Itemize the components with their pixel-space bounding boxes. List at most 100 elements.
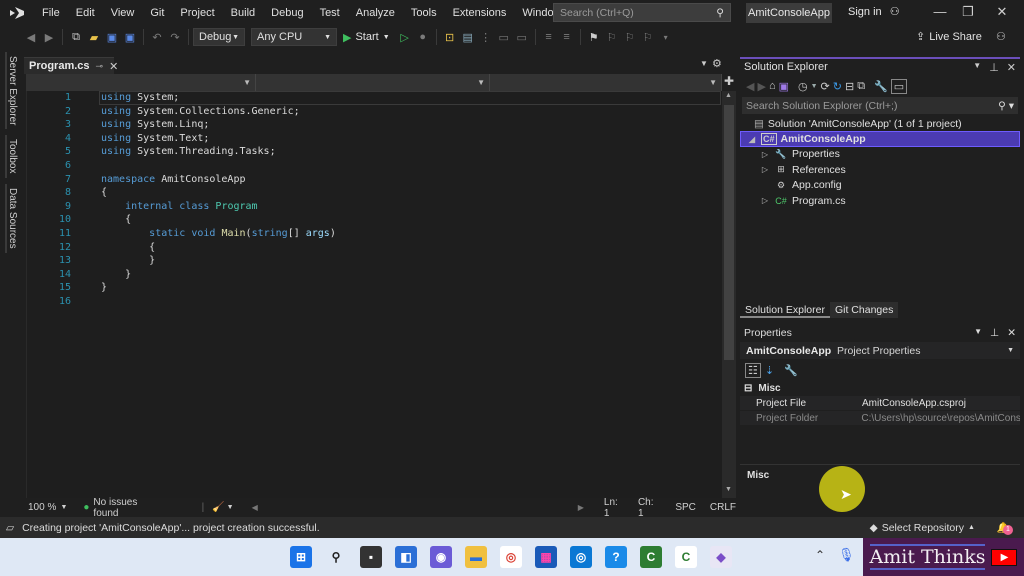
platform-dropdown[interactable]: Any CPU ▼ (251, 28, 337, 46)
property-row[interactable]: Project Folder C:\Users\hp\source\repos\A… (740, 411, 1020, 426)
property-value[interactable]: AmitConsoleApp.csproj (862, 398, 966, 409)
chevron-down-icon[interactable]: ▼ (60, 504, 67, 511)
scroll-right-icon[interactable]: ▶ (578, 503, 584, 512)
close-tab-icon[interactable]: ✕ (109, 60, 118, 73)
properties-wrench-icon[interactable]: 🔧 (874, 80, 888, 93)
step-icon[interactable]: ⋮ (477, 28, 495, 46)
type-scope-dropdown[interactable]: ▼ (256, 74, 490, 91)
taskbar-camtasia-recorder-icon[interactable]: C (675, 546, 697, 568)
alphabetical-icon[interactable]: ⇣ (765, 364, 774, 377)
select-repository-button[interactable]: ◆ Select Repository ▲ (870, 522, 975, 534)
collapse-icon[interactable]: ⊟ (744, 383, 752, 394)
code-line[interactable]: } (101, 281, 721, 295)
back-icon[interactable]: ◀ (22, 28, 40, 46)
code-area[interactable]: using System; using System.Collections.Ge… (101, 91, 721, 309)
indent-icon[interactable]: ≡ (540, 28, 558, 46)
issues-status[interactable]: No issues found (93, 497, 151, 519)
menu-project[interactable]: Project (172, 0, 222, 26)
solution-explorer-search[interactable]: Search Solution Explorer (Ctrl+;) ⚲ ▾ (742, 97, 1018, 114)
browse-icon[interactable]: ⊡ (441, 28, 459, 46)
zoom-level[interactable]: 100 % (28, 502, 60, 513)
sign-in-button[interactable]: Sign in ⚇ (848, 5, 900, 18)
expanded-icon[interactable]: ◢ (747, 135, 757, 144)
tab-git-changes[interactable]: Git Changes (829, 302, 899, 318)
outdent-icon[interactable]: ≡ (558, 28, 576, 46)
property-row[interactable]: Project File AmitConsoleApp.csproj (740, 396, 1020, 411)
project-name-badge[interactable]: AmitConsoleApp (746, 3, 832, 23)
close-panel-icon[interactable]: ✕ (1007, 61, 1016, 74)
taskbar-task-view-icon[interactable]: ▪ (360, 546, 382, 568)
home-icon[interactable]: ⌂ (769, 80, 776, 92)
restore-button[interactable]: ❐ (958, 4, 978, 22)
taskbar-help-icon[interactable]: ? (605, 546, 627, 568)
menu-tools[interactable]: Tools (403, 0, 445, 26)
tab-program-cs[interactable]: Program.cs ⊸ ✕ (24, 57, 118, 74)
pin-icon[interactable]: ⊸ (96, 61, 104, 72)
collapse-all-icon[interactable]: ⊟ (845, 80, 854, 93)
clear-bookmarks-icon[interactable]: ⚐ (639, 28, 657, 46)
scroll-up-icon[interactable]: ▲ (725, 92, 732, 99)
taskbar-chat-icon[interactable]: ◉ (430, 546, 452, 568)
start-debugging-button[interactable]: ▶ Start ▼ (343, 31, 390, 44)
search-input[interactable]: Search (Ctrl+Q) ⚲ (553, 3, 731, 22)
undo-icon[interactable]: ↶ (148, 28, 166, 46)
line-ending-indicator[interactable]: CRLF (710, 502, 736, 513)
menu-build[interactable]: Build (223, 0, 263, 26)
chevron-down-icon[interactable]: ▼ (811, 83, 818, 90)
new-project-icon[interactable]: ⧉ (67, 28, 85, 46)
back-icon[interactable]: ◀ (746, 80, 754, 93)
char-indicator[interactable]: Ch: 1 (638, 497, 657, 519)
taskbar-start-icon[interactable]: ⊞ (290, 546, 312, 568)
property-value[interactable]: C:\Users\hp\source\repos\AmitCons (861, 413, 1020, 424)
minimize-button[interactable]: — (930, 4, 950, 22)
code-line[interactable]: using System.Linq; (101, 118, 721, 132)
pin-icon[interactable]: ⊥ (989, 61, 999, 74)
code-line[interactable]: namespace AmitConsoleApp (101, 173, 721, 187)
next-bookmark-icon[interactable]: ⚐ (621, 28, 639, 46)
solution-node[interactable]: ▤ Solution 'AmitConsoleApp' (1 of 1 proj… (740, 116, 1020, 131)
tree-item-program-cs[interactable]: ▷ C# Program.cs (740, 193, 1020, 208)
code-line[interactable]: { (101, 186, 721, 200)
code-line[interactable]: using System; (101, 91, 721, 105)
preview-selected-icon[interactable]: ▭ (890, 78, 908, 94)
line-indicator[interactable]: Ln: 1 (604, 497, 622, 519)
start-without-debugging-icon[interactable]: ▷ (396, 28, 414, 46)
pin-icon[interactable]: ⊥ (990, 327, 999, 339)
code-editor[interactable]: 1 2 3 4 5 6 7 8 9 10 11 12 13 14 15 16 using System; usi… (26, 91, 722, 498)
show-hidden-icons[interactable]: ⌃ (815, 548, 825, 562)
menu-git[interactable]: Git (142, 0, 172, 26)
scrollbar-thumb[interactable] (724, 105, 734, 360)
notifications-button[interactable]: 🔔 1 (997, 521, 1013, 535)
prev-bookmark-icon[interactable]: ⚐ (603, 28, 621, 46)
code-line[interactable]: { (101, 241, 721, 255)
live-share-button[interactable]: ⇪ Live Share (916, 30, 982, 44)
panel-menu-icon[interactable]: ▼ (974, 327, 982, 339)
configuration-dropdown[interactable]: Debug ▼ (193, 28, 245, 46)
toolbox-tab[interactable]: Toolbox (5, 135, 18, 178)
microphone-icon[interactable]: 🎙 (838, 547, 855, 563)
switch-views-icon[interactable]: ▣ (779, 80, 789, 93)
tab-list-dropdown-icon[interactable]: ▼ (700, 59, 708, 68)
menu-debug[interactable]: Debug (263, 0, 311, 26)
expand-icon[interactable]: ▷ (760, 165, 770, 174)
code-line[interactable]: { (101, 213, 721, 227)
taskbar-search-icon[interactable]: ⚲ (325, 546, 347, 568)
code-line[interactable]: } (101, 254, 721, 268)
open-folder-icon[interactable]: ▰ (85, 28, 103, 46)
server-explorer-tab[interactable]: Server Explorer (5, 52, 18, 130)
project-node[interactable]: ◢ C# AmitConsoleApp (740, 131, 1020, 147)
code-line[interactable]: } (101, 268, 721, 282)
panel-menu-icon[interactable]: ▼ (973, 61, 981, 74)
code-line[interactable]: using System.Collections.Generic; (101, 105, 721, 119)
toolbar-overflow-icon[interactable]: ▾ (657, 28, 675, 46)
code-line[interactable] (101, 159, 721, 173)
menu-file[interactable]: File (34, 0, 68, 26)
forward-icon[interactable]: ▶ (757, 80, 765, 93)
uncomment-icon[interactable]: ▭ (513, 28, 531, 46)
code-line[interactable]: static void Main(string[] args) (101, 227, 721, 241)
property-pages-icon[interactable]: 🔧 (784, 364, 798, 377)
menu-test[interactable]: Test (312, 0, 348, 26)
category-misc[interactable]: ⊟ Misc (740, 381, 1020, 396)
code-cleanup-icon[interactable]: 🧹 (212, 502, 224, 513)
split-editor-icon[interactable]: ✚ (722, 74, 736, 91)
